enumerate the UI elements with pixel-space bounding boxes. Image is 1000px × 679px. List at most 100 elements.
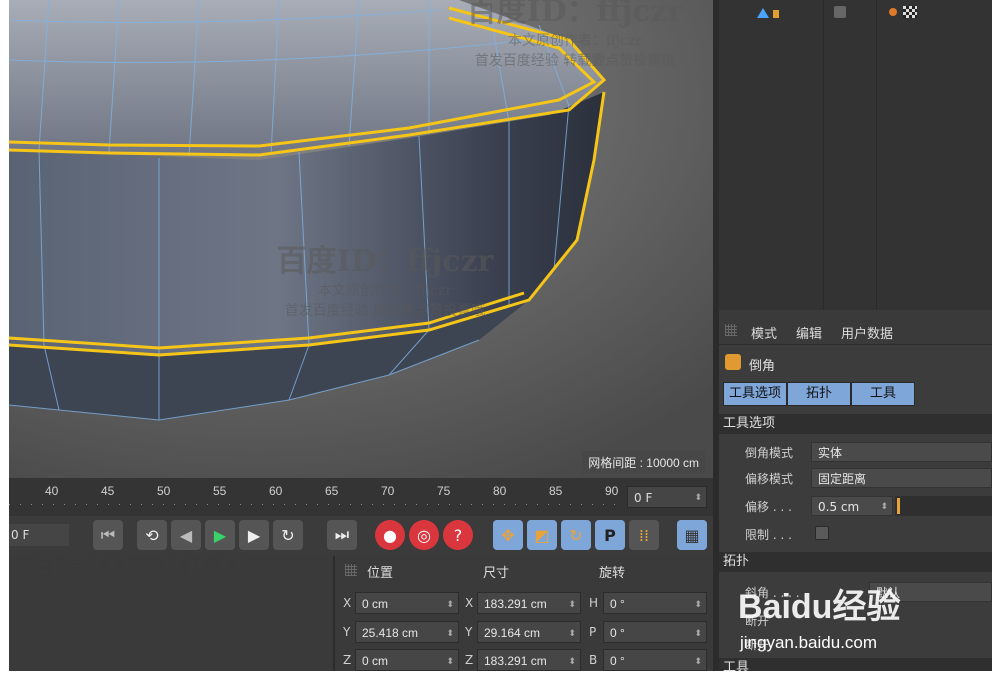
position-y-value: 25.418 cm [362,626,419,640]
spinner-icon[interactable]: ⬍ [694,622,702,644]
rotation-p-field[interactable]: 0 ° ⬍ [603,621,707,643]
tick-label: 90 [605,484,619,498]
tab-tool-options[interactable]: 工具选项 [723,382,787,406]
scale-icon[interactable]: ◩ [527,520,557,550]
tick-label: 55 [213,484,227,498]
spinner-icon[interactable]: ⬍ [694,650,702,671]
tick-label: 50 [157,484,171,498]
offset-label: 偏移 . . . [745,500,792,514]
tab-tool[interactable]: 工具 [851,382,915,406]
current-frame-value: 0 F [634,491,653,505]
size-z-value: 183.291 cm [484,654,547,668]
menu-user-data[interactable]: 用户数据 [841,323,893,342]
coords-divider [333,556,335,671]
move-icon[interactable]: ✥ [493,520,523,550]
menu-mode[interactable]: 模式 [751,323,777,342]
position-x-field[interactable]: 0 cm ⬍ [355,592,459,614]
triangle-icon [757,8,769,18]
offset-mode-label: 偏移模式 [745,472,794,486]
tick-label: 75 [437,484,451,498]
tab-topology[interactable]: 拓扑 [787,382,851,406]
help-icon[interactable]: ? [443,520,473,550]
points-icon[interactable]: ⁞⁞ [629,520,659,550]
position-z-value: 0 cm [362,654,389,668]
offset-slider-handle[interactable] [897,498,900,514]
limit-label: 限制 . . . [745,528,792,542]
size-z-field[interactable]: 183.291 cm ⬍ [477,649,581,671]
timeline-ticks [9,504,621,505]
object-row-icons[interactable] [749,4,809,24]
tick-label: 45 [101,484,115,498]
baidu-url: jingyan.baidu.com [740,633,878,652]
object-tag-column[interactable] [826,0,877,310]
bevel-tool-icon [725,354,741,370]
grid-spacing-label: 网格间距 : 10000 cm [582,451,705,474]
axis-label: Z [343,653,352,667]
bevel-mode-select[interactable]: 实体 [811,442,992,462]
size-y-field[interactable]: 29.164 cm ⬍ [477,621,581,643]
spinner-icon[interactable]: ⬍ [694,487,702,509]
rotation-b-field[interactable]: 0 ° ⬍ [603,649,707,671]
tag-icon[interactable] [834,6,846,18]
offset-slider[interactable] [895,496,992,516]
rotation-p-value: 0 ° [610,626,625,640]
current-frame-field[interactable]: 0 F ⬍ [627,486,707,508]
axis-label: P [589,625,597,639]
object-material-column[interactable] [879,0,992,310]
grip-icon[interactable] [725,324,737,336]
spinner-icon[interactable]: ⬍ [880,497,888,517]
rotation-header: 旋转 [599,566,626,581]
axis-label: H [589,596,599,610]
spinner-icon[interactable]: ⬍ [694,593,702,615]
material-icon[interactable] [889,8,897,16]
tick-label: 60 [269,484,283,498]
size-x-field[interactable]: 183.291 cm ⬍ [477,592,581,614]
offset-input[interactable]: 0.5 cm ⬍ [811,496,893,516]
axis-label: Z [465,653,474,667]
menu-edit[interactable]: 编辑 [796,323,822,342]
watermark-id: 百度ID：ffjczr [30,546,248,581]
position-z-field[interactable]: 0 cm ⬍ [355,649,459,671]
section-tool-options[interactable]: 工具选项 [719,414,992,434]
size-y-value: 29.164 cm [484,626,541,640]
watermark-publish: 首发百度经验 转载要点赞投票哦 [284,303,486,319]
grip-icon[interactable] [345,564,357,576]
limit-checkbox[interactable] [815,526,829,540]
bevel-mode-label: 倒角模式 [745,446,794,460]
tick-label: 80 [493,484,507,498]
spinner-icon[interactable]: ⬍ [568,650,576,671]
checker-texture-icon[interactable] [903,6,917,18]
go-end-icon[interactable]: ⏭ [327,520,357,550]
axis-label: Y [465,625,473,639]
spinner-icon[interactable]: ⬍ [446,593,454,615]
spinner-icon[interactable]: ⬍ [568,593,576,615]
autokey-icon[interactable]: ◎ [409,520,439,550]
position-x-value: 0 cm [362,597,389,611]
record-icon[interactable]: ● [375,520,405,550]
spinner-icon[interactable]: ⬍ [568,622,576,644]
record-loop-icon[interactable]: ↻ [273,520,303,550]
tick-label: 85 [549,484,563,498]
object-manager[interactable] [719,0,992,310]
tick-label: 40 [45,484,59,498]
watermark-author: 本文原创作者：ffjczr [71,585,207,601]
baidu-jingyan-logo: Baidu经验 jingyan.baidu.com [738,575,978,665]
section-topology[interactable]: 拓扑 [719,552,992,572]
rotation-h-field[interactable]: 0 ° ⬍ [603,592,707,614]
watermark-author: 本文原创作者：ffjczr [317,283,453,299]
watermark-center: 百度ID：ffjczr 本文原创作者：ffjczr 首发百度经验 转载要点赞投票… [250,236,520,320]
film-icon[interactable]: ▦ [677,520,707,550]
spinner-icon[interactable]: ⬍ [446,650,454,671]
offset-mode-select[interactable]: 固定距离 [811,468,992,488]
timeline-ruler[interactable]: 40 45 50 55 60 65 70 75 80 85 90 0 F ⬍ [9,478,713,516]
size-header: 尺寸 [483,566,510,581]
axis-label: X [465,596,474,610]
param-icon[interactable]: P [595,520,625,550]
spinner-icon[interactable]: ⬍ [446,622,454,644]
offset-value: 0.5 cm [818,500,860,514]
rotate-icon[interactable]: ↻ [561,520,591,550]
tool-name: 倒角 [749,359,776,374]
position-y-field[interactable]: 25.418 cm ⬍ [355,621,459,643]
object-name-column[interactable] [719,0,824,310]
rotation-b-value: 0 ° [610,654,625,668]
